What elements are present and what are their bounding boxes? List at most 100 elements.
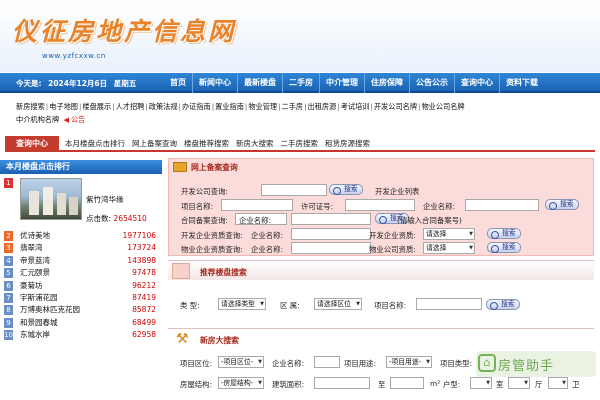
list-item[interactable]: 7 宇斯浦花园 87419 <box>0 292 162 304</box>
nav-downloads[interactable]: 资料下载 <box>499 73 544 93</box>
hall-select[interactable] <box>508 377 530 389</box>
link-certificate-guide[interactable]: 办证指南 <box>182 102 211 111</box>
online-filing-panel: 网上备案查询 开发公司查询: 搜索 开发企业列表 项目名称: 许可证号: 企业名… <box>168 158 594 256</box>
link-property-company-list[interactable]: 物业公司名牌 <box>421 102 464 111</box>
nav-home[interactable]: 首页 <box>164 73 192 93</box>
contract-filing-label: 合同备案查询: <box>181 216 228 225</box>
list-item[interactable]: 6 豪菊坊 96212 <box>0 280 162 292</box>
permit-label: 许可证号: <box>301 202 334 211</box>
permit-input[interactable] <box>345 199 415 211</box>
dev-company-input[interactable] <box>261 184 327 196</box>
dev-qual-company-label: 企业名称: <box>251 231 284 240</box>
area-select[interactable]: 请选择区位 <box>314 298 362 310</box>
hammer-icon: ⚒ <box>176 331 189 347</box>
tab-online-filing[interactable]: 网上备案查询 <box>132 138 177 149</box>
list-item[interactable]: 5 汇元颐景 97478 <box>0 267 162 279</box>
dev-qual-search-button[interactable]: 搜索 <box>487 228 521 239</box>
recommended-project-input[interactable] <box>416 298 482 310</box>
dev-qual-label: 开发企业资质查询: <box>181 231 243 240</box>
site-header: 仪征房地产信息网 www.yzfcxxw.cn <box>0 0 600 72</box>
new-company-input[interactable] <box>314 356 340 368</box>
link-project-showcase[interactable]: 楼盘展示 <box>82 102 111 111</box>
prop-qual-search-button[interactable]: 搜索 <box>487 242 521 253</box>
type-select[interactable]: 请选择类型 <box>218 298 266 310</box>
ranking-list: 2 优诗美地 1977106 3 翡翠湾 173724 4 帝景蓝湾 143898 5 汇元颐… <box>0 230 162 342</box>
nav-news[interactable]: 新闻中心 <box>192 73 237 93</box>
link-second-hand[interactable]: 二手房 <box>282 102 304 111</box>
link-jobs[interactable]: 人才招聘 <box>116 102 145 111</box>
floor-area-max-input[interactable] <box>390 377 424 389</box>
today-weekday: 星期五 <box>113 79 137 88</box>
tab-recommended[interactable]: 楼盘推荐搜索 <box>184 138 229 149</box>
project-search-button[interactable]: 搜索 <box>545 199 579 210</box>
house-manager-icon: ⌂ <box>478 354 496 372</box>
link-e-map[interactable]: 电子地图 <box>49 102 78 111</box>
room-select[interactable] <box>470 377 492 389</box>
link-policy[interactable]: 政策法规 <box>149 102 178 111</box>
layout-label: 户型: <box>443 380 461 389</box>
notice[interactable]: ◀ 公告 <box>61 113 85 126</box>
link-property-mgmt[interactable]: 物业管理 <box>248 102 277 111</box>
site-logo[interactable]: 仪征房地产信息网 <box>12 12 236 48</box>
list-item[interactable]: 4 帝景蓝湾 143898 <box>0 255 162 267</box>
recommended-project-label: 项目名称: <box>374 301 407 310</box>
quick-links-row-2: 中介机构名牌 ◀ 公告 <box>16 113 586 126</box>
featured-project[interactable]: 1 紫竹湾华缘 点击数: 2654510 <box>0 174 162 230</box>
link-new-house-search[interactable]: 新房搜索 <box>16 102 45 111</box>
project-area-select[interactable]: -项目区位- <box>218 356 264 368</box>
link-developer-list[interactable]: 开发公司名牌 <box>374 102 417 111</box>
new-house-search-title: 新房大搜索 <box>200 336 239 345</box>
dev-qual-level-label: 开发企业资质: <box>369 231 416 240</box>
today-label: 今天是: <box>16 79 42 88</box>
ranking-title: 本月楼盘点击排行 <box>0 160 162 174</box>
project-usage-select[interactable]: -项目用途- <box>386 356 432 368</box>
link-agency-list[interactable]: 中介机构名牌 <box>16 115 59 124</box>
bath-label: 卫 <box>572 380 580 389</box>
room-label: 室 <box>496 380 504 389</box>
link-training[interactable]: 考试培训 <box>341 102 370 111</box>
tab-rental-search[interactable]: 租赁房源搜索 <box>325 138 370 149</box>
query-tabs: 本月楼盘点击排行 网上备案查询 楼盘推荐搜索 新房大搜索 二手房搜索 租赁房源搜… <box>65 138 377 149</box>
list-item[interactable]: 2 优诗美地 1977106 <box>0 230 162 242</box>
nav-housing-security[interactable]: 住房保障 <box>364 73 409 93</box>
bath-select[interactable] <box>548 377 568 389</box>
project-name-input[interactable] <box>221 199 293 211</box>
online-filing-title: 网上备案查询 <box>191 163 238 172</box>
tab-second-hand-search[interactable]: 二手房搜索 <box>281 138 319 149</box>
nav-announcements[interactable]: 公告公示 <box>409 73 454 93</box>
project-area-label: 项目区位: <box>180 359 213 368</box>
top-nav-bar: 今天是: 2024年12月6日 星期五 首页 新闻中心 最新楼盘 二手房 中介管… <box>0 73 600 93</box>
watermark-text: 房管助手 <box>498 359 555 374</box>
quick-links: 新房搜索|电子地图|楼盘展示|人才招聘|政策法规|办证指南|置业指南|物业管理|… <box>16 100 586 126</box>
project-name-label: 项目名称: <box>181 202 214 211</box>
sqm-unit: m² <box>430 379 441 388</box>
site-url: www.yzfcxxw.cn <box>42 52 106 60</box>
featured-project-name[interactable]: 紫竹湾华缘 <box>86 194 124 205</box>
tab-new-house-search[interactable]: 新房大搜索 <box>236 138 274 149</box>
list-item[interactable]: 10 东城水岸 62958 <box>0 329 162 341</box>
structure-select[interactable]: -房屋结构- <box>218 377 264 389</box>
dev-company-search-button[interactable]: 搜索 <box>329 184 363 195</box>
list-item[interactable]: 3 翡翠湾 173724 <box>0 242 162 254</box>
company-name-input[interactable] <box>465 199 539 211</box>
floor-area-min-input[interactable] <box>314 377 370 389</box>
dev-company-list-link[interactable]: 开发企业列表 <box>375 186 419 197</box>
recommended-search-button[interactable]: 搜索 <box>486 299 520 310</box>
dev-qual-company-input[interactable] <box>291 228 371 240</box>
project-thumbnail[interactable] <box>20 178 82 220</box>
nav-second-hand[interactable]: 二手房 <box>282 73 319 93</box>
tab-click-ranking[interactable]: 本月楼盘点击排行 <box>65 138 125 149</box>
nav-new-projects[interactable]: 最新楼盘 <box>237 73 282 93</box>
link-rentals[interactable]: 出租房源 <box>308 102 337 111</box>
link-buying-guide[interactable]: 置业指南 <box>215 102 244 111</box>
tab-query-center[interactable]: 查询中心 <box>5 136 59 152</box>
prop-qual-company-input[interactable] <box>291 242 371 254</box>
prop-qual-select[interactable]: 请选择 <box>423 242 475 254</box>
nav-query-center[interactable]: 查询中心 <box>454 73 499 93</box>
list-item[interactable]: 8 万博奥林匹克花园 85872 <box>0 304 162 316</box>
contract-number-input[interactable] <box>291 213 371 225</box>
dev-qual-select[interactable]: 请选择 <box>423 228 475 240</box>
nav-agency[interactable]: 中介管理 <box>319 73 364 93</box>
list-item[interactable]: 9 和景园春城 68499 <box>0 317 162 329</box>
prop-qual-level-label: 物业公司资质: <box>369 245 416 254</box>
